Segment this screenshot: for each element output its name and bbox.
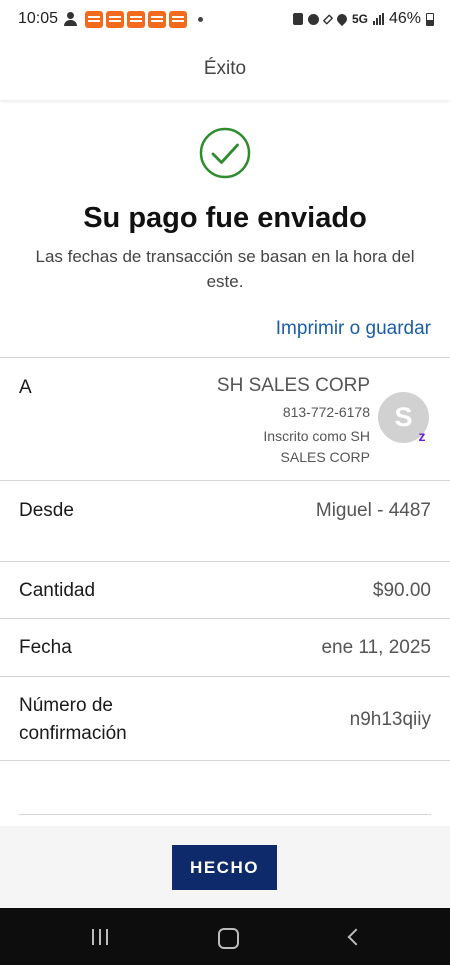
temu-app-icon <box>85 10 104 28</box>
confirmation-label: Número de confirmación <box>19 695 127 744</box>
system-nav-bar <box>0 908 450 965</box>
page-title: Éxito <box>203 58 247 79</box>
person-icon <box>64 12 80 26</box>
confirmation-number: n9h13qiiy <box>349 709 431 730</box>
status-bar: 10:05 5G 46% <box>0 0 450 38</box>
temu-app-icon <box>127 10 146 28</box>
divider <box>0 676 450 677</box>
battery-level: 46% <box>388 10 421 27</box>
more-notifications-icon <box>198 16 204 22</box>
signal-icon <box>372 13 384 25</box>
date-value: ene 11, 2025 <box>321 637 431 658</box>
done-button[interactable]: HECHO <box>172 845 277 890</box>
from-label: Desde <box>19 500 74 521</box>
divider <box>19 814 431 815</box>
status-time: 10:05 <box>18 10 59 27</box>
recent-apps-icon[interactable] <box>85 924 115 950</box>
divider <box>0 618 450 619</box>
home-icon[interactable] <box>212 924 242 950</box>
location-icon <box>334 11 350 27</box>
from-value: Miguel - 4487 <box>315 500 431 521</box>
lock-icon <box>292 13 303 25</box>
payee-name: SH SALES CORP <box>216 375 370 396</box>
temu-app-icon <box>148 10 167 28</box>
back-icon[interactable] <box>340 924 370 950</box>
to-label: A <box>19 377 32 398</box>
system-icons: 5G 46% <box>292 10 434 28</box>
success-subtitle: Las fechas de transacción se basan en la… <box>35 247 415 291</box>
zelle-badge-icon: z <box>418 428 426 444</box>
check-circle-icon <box>199 127 251 179</box>
amount-value: $90.00 <box>372 580 431 601</box>
divider <box>0 357 450 358</box>
divider <box>0 480 450 481</box>
payee-phone: 813-772-6178 <box>282 404 370 420</box>
date-label: Fecha <box>19 637 72 658</box>
network-type: 5G <box>351 12 368 26</box>
divider <box>0 760 450 761</box>
alarm-icon <box>307 13 319 25</box>
battery-icon <box>426 12 434 26</box>
success-title: Su pago fue enviado <box>83 202 367 234</box>
print-or-save-link[interactable]: Imprimir o guardar <box>276 318 431 340</box>
payee-enrolled-status: Inscrito como SH SALES CORP <box>263 428 370 465</box>
bluetooth-icon <box>322 13 334 25</box>
divider <box>0 561 450 562</box>
app-header: Éxito <box>0 38 450 100</box>
amount-label: Cantidad <box>19 580 96 601</box>
notification-icons <box>64 10 204 28</box>
temu-app-icon <box>169 10 188 28</box>
temu-app-icon <box>106 10 125 28</box>
